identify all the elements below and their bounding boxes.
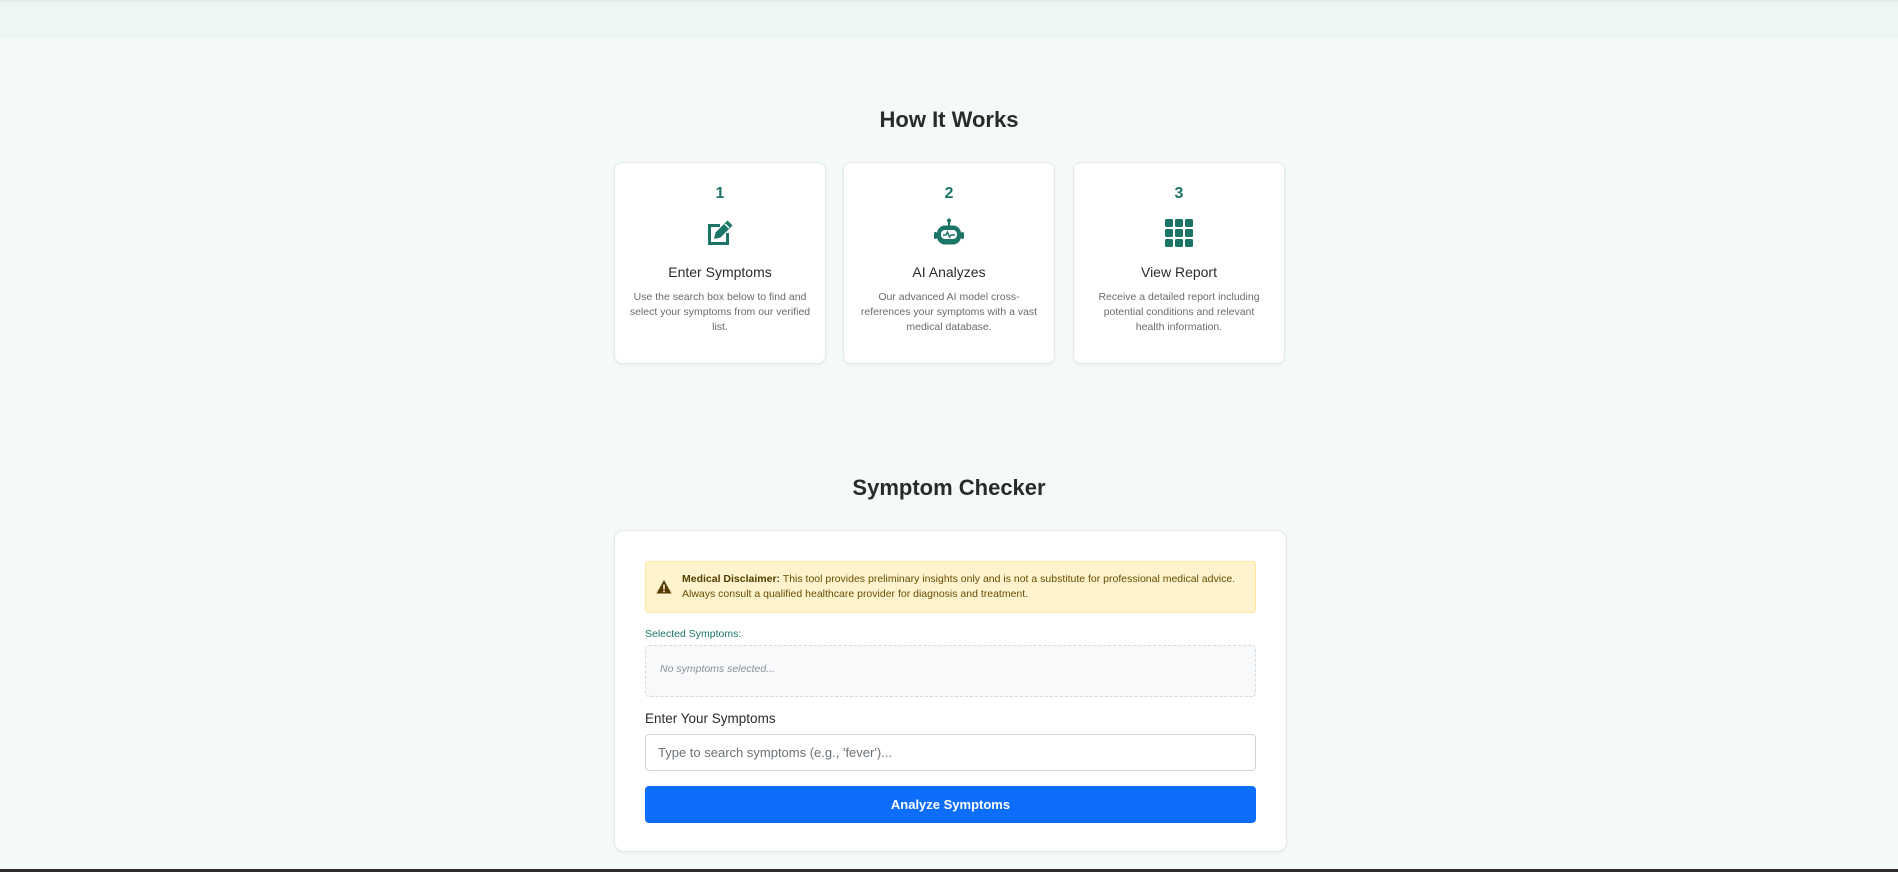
enter-symptoms-label: Enter Your Symptoms — [645, 711, 776, 726]
symptom-checker-title: Symptom Checker — [852, 475, 1046, 500]
selected-symptoms-label: Selected Symptoms: — [645, 628, 742, 640]
warning-icon — [656, 580, 672, 594]
no-symptoms-placeholder: No symptoms selected... — [660, 663, 775, 675]
medical-disclaimer-alert: Medical Disclaimer: This tool provides p… — [645, 561, 1256, 613]
disclaimer-label: Medical Disclaimer: — [682, 573, 781, 585]
step-description: Use the search box below to find and sel… — [629, 291, 811, 333]
step-card-enter-symptoms: 1 Enter Symptoms Use the search box belo… — [614, 162, 826, 364]
grid-icon — [1165, 219, 1193, 247]
how-it-works-title: How It Works — [879, 107, 1019, 132]
step-number: 3 — [1174, 185, 1184, 202]
robot-icon — [934, 218, 964, 245]
step-description: Receive a detailed report including pote… — [1098, 291, 1260, 333]
analyze-symptoms-button[interactable]: Analyze Symptoms — [645, 786, 1256, 823]
step-title: View Report — [1140, 264, 1217, 280]
symptom-checker-card: Medical Disclaimer: This tool provides p… — [614, 530, 1287, 852]
step-description: Our advanced AI model cross-references y… — [860, 291, 1038, 333]
step-title: Enter Symptoms — [668, 264, 772, 280]
top-header-band — [0, 0, 1898, 38]
symptom-search-input[interactable] — [645, 734, 1256, 771]
step-card-ai-analyzes: 2 AI Analyzes Our advanced AI model cros… — [843, 162, 1055, 364]
step-card-view-report: 3 View Report Receive a detailed report … — [1073, 162, 1285, 364]
edit-icon — [708, 220, 733, 245]
selected-symptoms-box: No symptoms selected... — [645, 645, 1256, 697]
step-title: AI Analyzes — [912, 264, 986, 280]
step-number: 1 — [715, 185, 725, 202]
disclaimer-text: Medical Disclaimer: This tool provides p… — [682, 572, 1243, 602]
step-number: 2 — [944, 185, 954, 202]
